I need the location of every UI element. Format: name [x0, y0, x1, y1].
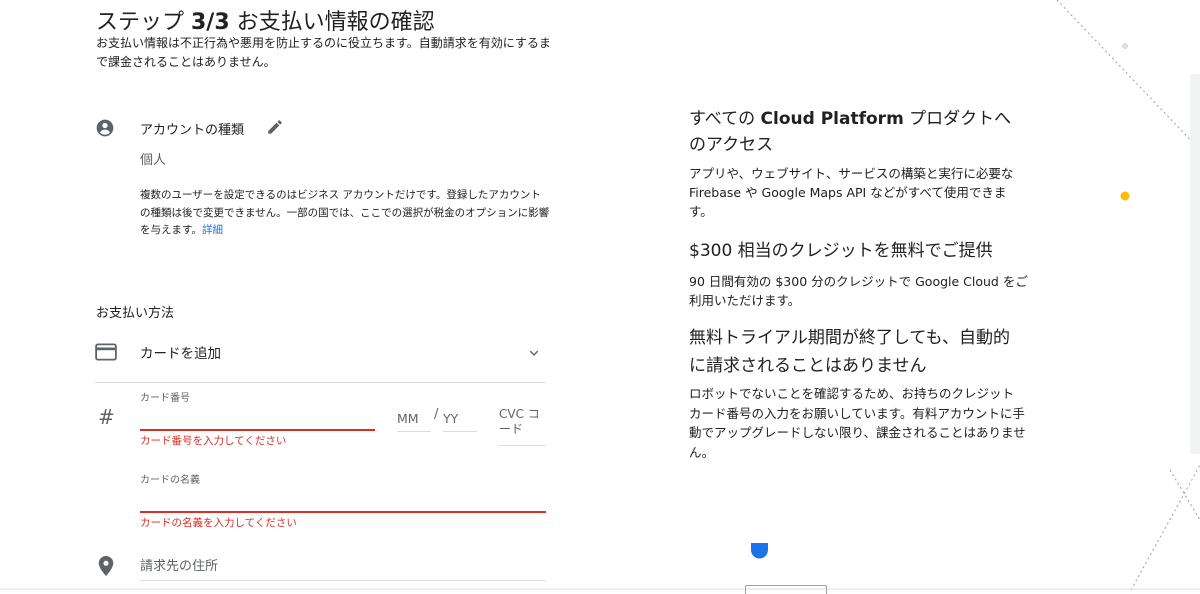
- expiry-year-input[interactable]: [443, 405, 477, 432]
- pencil-icon[interactable]: [266, 118, 284, 136]
- benefit-text-no-charge: ロボットでないことを確認するため、お持ちのクレジット カード番号の入力をお願いし…: [689, 386, 1026, 460]
- cvc-input[interactable]: CVC コード: [499, 405, 546, 446]
- page-title: ステップ 3/3 お支払い情報の確認: [96, 10, 435, 35]
- hash-icon: #: [98, 405, 115, 429]
- account-circle-icon: [96, 119, 114, 137]
- decor-blue-shape: [751, 543, 768, 559]
- learn-more-link[interactable]: 詳細: [202, 224, 223, 236]
- account-type-value: 個人: [140, 153, 167, 168]
- decor-yellow-dot: [1120, 191, 1130, 201]
- benefit-heading-no-charge: 無料トライアル期間が終了しても、自動的に請求されることはありません: [689, 328, 1010, 376]
- cvc-placeholder: CVC コード: [499, 407, 540, 436]
- decor-gray-dot: [1122, 43, 1128, 49]
- add-card-dropdown[interactable]: カードを追加: [95, 334, 546, 383]
- page-subtitle: お支払い情報は不正行為や悪用を防止するのに役立ちます。自動請求を有効にするまで課…: [96, 36, 551, 69]
- payment-method-heading: お支払い方法: [96, 306, 175, 321]
- cardholder-name-error: カードの名義を入力してください: [140, 517, 297, 529]
- scrollbar[interactable]: [1190, 74, 1200, 454]
- cardholder-name-label: カードの名義: [140, 475, 200, 486]
- account-type-note: 複数のユーザーを設定できるのはビジネス アカウントだけです。登録したアカウントの…: [140, 189, 550, 236]
- card-number-error: カード番号を入力してください: [140, 435, 287, 447]
- expiry-separator: /: [434, 407, 439, 422]
- credit-card-icon: [95, 343, 117, 361]
- benefit-text-access: アプリや、ウェブサイト、サービスの構築と実行に必要な Firebase や Go…: [689, 166, 1014, 219]
- billing-address-input[interactable]: [140, 553, 546, 581]
- account-type-label: アカウントの種類: [140, 123, 245, 138]
- location-pin-icon: [98, 556, 114, 576]
- expiry-month-input[interactable]: [397, 405, 431, 432]
- card-number-label: カード番号: [140, 393, 190, 404]
- benefit-heading-credit: $300 相当のクレジットを無料でご提供: [689, 241, 993, 261]
- chevron-down-icon: [529, 350, 539, 356]
- cardholder-name-input[interactable]: [140, 487, 546, 513]
- card-number-input[interactable]: [140, 405, 375, 431]
- add-card-label: カードを追加: [140, 346, 221, 362]
- benefit-heading-access: すべての Cloud Platform プロダクトへのアクセス: [689, 109, 1012, 155]
- benefit-text-credit: 90 日間有効の $300 分のクレジットで Google Cloud をご利用…: [689, 274, 1028, 308]
